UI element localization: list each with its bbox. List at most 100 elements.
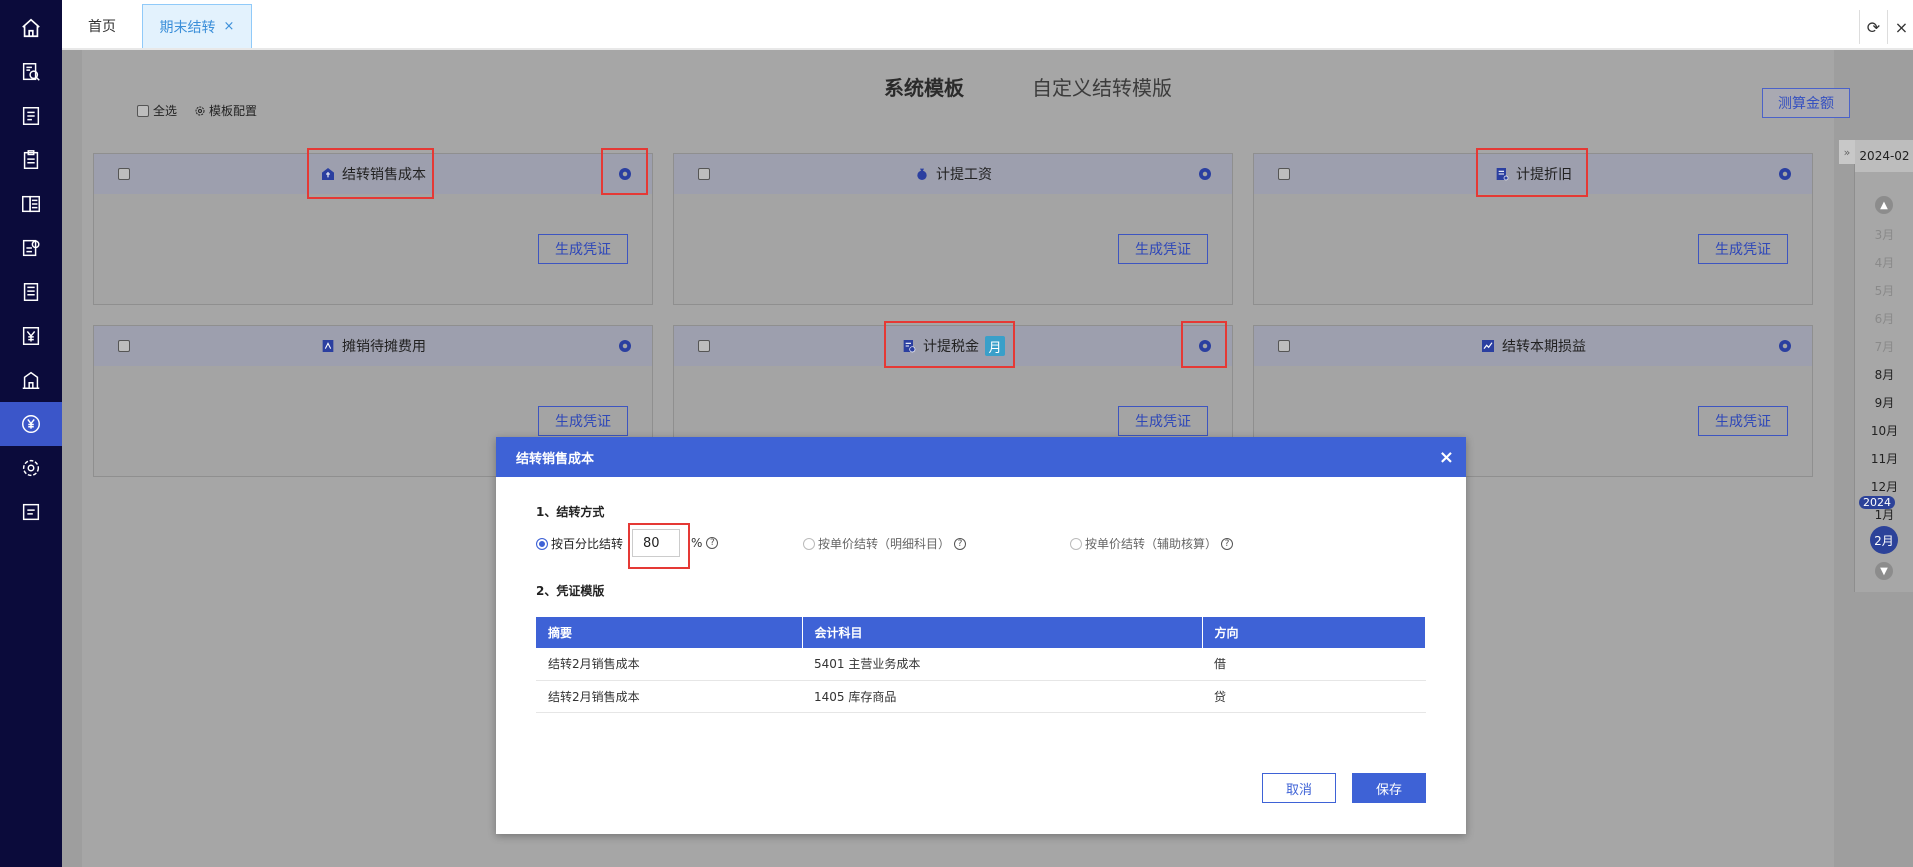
gear-icon[interactable] <box>1196 165 1214 183</box>
highlight-box <box>628 523 690 569</box>
gear-icon[interactable] <box>1776 165 1794 183</box>
radio-unit-detail[interactable]: 按单价结转（明细科目） ? <box>803 535 967 552</box>
highlight-box <box>601 148 648 195</box>
month-item[interactable]: 10月 <box>1855 422 1913 439</box>
dialog-header: 结转销售成本 × <box>496 437 1466 477</box>
column-header: 方向 <box>1202 617 1426 648</box>
help-icon[interactable]: ? <box>1221 537 1234 550</box>
split-icon <box>322 340 334 352</box>
current-month[interactable]: 2月 <box>1870 526 1898 554</box>
table-cell: 1405 库存商品 <box>802 680 1202 713</box>
radio-unit-detail-label: 按单价结转（明细科目） <box>818 537 951 551</box>
chevron-down-icon[interactable]: ▼ <box>1875 562 1893 580</box>
generate-voucher-button[interactable]: 生成凭证 <box>538 234 628 264</box>
save-button[interactable]: 保存 <box>1352 773 1426 803</box>
month-item[interactable]: 6月 <box>1855 310 1913 327</box>
highlight-box <box>307 148 434 199</box>
sales-cost-dialog: 结转销售成本 × 1、结转方式 按百分比结转 80 % ? 按单价结转（明细科目… <box>496 437 1466 834</box>
table-cell: 贷 <box>1202 680 1426 713</box>
month-item[interactable]: 9月 <box>1855 394 1913 411</box>
highlight-box <box>1476 148 1588 197</box>
close-icon[interactable]: × <box>224 19 235 34</box>
month-item[interactable]: 8月 <box>1855 366 1913 383</box>
radio-percent-label: 按百分比结转 <box>551 537 624 551</box>
select-all-checkbox[interactable]: 全选 <box>137 102 177 119</box>
clipboard-icon[interactable] <box>0 138 62 182</box>
highlight-box <box>884 321 1015 368</box>
month-item[interactable]: 3月 <box>1855 226 1913 243</box>
tab-period-end-transfer[interactable]: 期末结转 × <box>142 4 252 48</box>
ledger-icon[interactable] <box>0 182 62 226</box>
chevron-up-icon[interactable]: ▲ <box>1875 196 1893 214</box>
table-row: 结转2月销售成本 1405 库存商品 贷 <box>536 680 1426 713</box>
generate-voucher-button[interactable]: 生成凭证 <box>1118 406 1208 436</box>
tab-custom-template[interactable]: 自定义结转模版 <box>1032 72 1172 101</box>
tab-bar: 首页 期末结转 × ⟳ × <box>62 0 1913 50</box>
close-icon[interactable]: × <box>1439 447 1454 468</box>
tab-system-template[interactable]: 系统模板 <box>884 72 964 101</box>
card-title-text: 摊销待摊费用 <box>342 339 426 355</box>
dialog-title: 结转销售成本 <box>516 451 595 467</box>
month-panel: » 2024-02 ▲ 3月 4月 5月 6月 7月 8月 9月 10月 11月… <box>1839 140 1913 592</box>
home-icon[interactable] <box>0 6 62 50</box>
month-item[interactable]: 4月 <box>1855 254 1913 271</box>
chart-icon <box>1482 340 1494 352</box>
column-header: 摘要 <box>536 617 803 648</box>
column-header: 会计科目 <box>802 617 1203 648</box>
gear-icon[interactable] <box>616 337 634 355</box>
highlight-box <box>1181 321 1227 368</box>
month-item[interactable]: 12月 <box>1855 478 1913 495</box>
section-transfer-method: 1、结转方式 <box>536 505 605 519</box>
left-sidebar <box>0 0 62 867</box>
card-salary: 计提工资 生成凭证 <box>673 153 1233 305</box>
cancel-button[interactable]: 取消 <box>1262 773 1336 803</box>
report-icon[interactable] <box>0 226 62 270</box>
current-period-label: 2024-02 <box>1855 140 1913 172</box>
card-title: 计提工资 <box>674 164 1232 184</box>
generate-voucher-button[interactable]: 生成凭证 <box>1698 406 1788 436</box>
template-config-link[interactable]: 模板配置 <box>194 102 257 119</box>
radio-button[interactable] <box>803 537 815 550</box>
calc-amount-button[interactable]: 测算金额 <box>1762 88 1850 118</box>
generate-voucher-button[interactable]: 生成凭证 <box>1698 234 1788 264</box>
tab-home[interactable]: 首页 <box>62 4 142 48</box>
percent-sign: % <box>691 536 703 550</box>
table-cell: 结转2月销售成本 <box>536 680 802 713</box>
search-doc-icon[interactable] <box>0 50 62 94</box>
section-voucher-template: 2、凭证模版 <box>536 584 605 598</box>
percent-unit: % ? <box>691 536 719 550</box>
refresh-icon[interactable]: ⟳ <box>1859 10 1887 44</box>
template-config-label: 模板配置 <box>209 104 258 118</box>
month-item[interactable]: 5月 <box>1855 282 1913 299</box>
month-item[interactable]: 11月 <box>1855 450 1913 467</box>
close-window-icon[interactable]: × <box>1887 10 1913 44</box>
select-all-label: 全选 <box>153 104 178 118</box>
radio-unit-aux[interactable]: 按单价结转（辅助核算） ? <box>1070 535 1234 552</box>
generate-voucher-button[interactable]: 生成凭证 <box>1118 234 1208 264</box>
radio-percent[interactable]: 按百分比结转 <box>536 535 623 552</box>
year-badge: 2024 <box>1859 496 1895 509</box>
tab-home-label: 首页 <box>88 19 116 35</box>
checkbox[interactable] <box>137 104 149 117</box>
month-item[interactable]: 7月 <box>1855 338 1913 355</box>
radio-unit-aux-label: 按单价结转（辅助核算） <box>1085 537 1218 551</box>
money-bag-icon <box>917 168 927 180</box>
radio-button[interactable] <box>1070 537 1082 550</box>
yen-circle-icon[interactable] <box>0 402 62 446</box>
radio-button[interactable] <box>536 537 548 550</box>
building-icon[interactable] <box>0 358 62 402</box>
help-icon[interactable]: ? <box>954 537 967 550</box>
generate-voucher-button[interactable]: 生成凭证 <box>538 406 628 436</box>
card-title: 摊销待摊费用 <box>94 336 652 356</box>
collapse-icon[interactable]: » <box>1839 140 1855 164</box>
yen-icon[interactable] <box>0 314 62 358</box>
notes-icon[interactable] <box>0 270 62 314</box>
gear-icon[interactable] <box>0 446 62 490</box>
gear-icon[interactable] <box>1776 337 1794 355</box>
table-header-row: 摘要 会计科目 方向 <box>536 617 1426 648</box>
menu-icon[interactable] <box>0 490 62 534</box>
table-row: 结转2月销售成本 5401 主营业务成本 借 <box>536 648 1426 681</box>
help-icon[interactable]: ? <box>706 537 719 549</box>
list-doc-icon[interactable] <box>0 94 62 138</box>
table-cell: 5401 主营业务成本 <box>802 648 1202 681</box>
